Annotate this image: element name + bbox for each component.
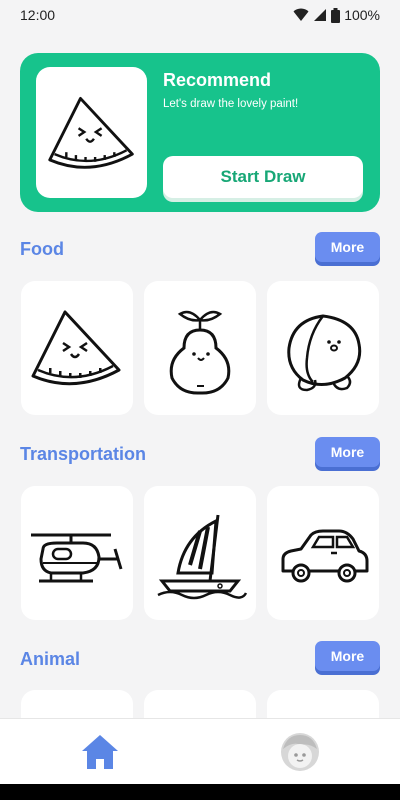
animal-more-button[interactable]: More	[315, 641, 380, 671]
transportation-more-button[interactable]: More	[315, 437, 380, 467]
section-title-animal: Animal	[20, 649, 81, 669]
watermelon-icon	[47, 96, 134, 169]
recommend-title: Recommend	[163, 70, 272, 90]
recommend-card: Recommend Let's draw the lovely paint! S…	[20, 53, 380, 212]
recommend-thumbnail[interactable]	[36, 67, 147, 198]
recommend-subtitle: Let's draw the lovely paint!	[163, 98, 299, 110]
section-title-food: Food	[20, 239, 64, 259]
cell-signal-icon	[314, 9, 327, 21]
food-more-button[interactable]: More	[315, 232, 380, 262]
nav-profile[interactable]	[200, 719, 400, 784]
status-bar: 12:00 100%	[0, 0, 400, 30]
start-draw-button[interactable]: Start Draw	[163, 156, 363, 198]
battery-icon	[331, 7, 341, 23]
profile-face-icon	[281, 732, 319, 771]
transportation-card-helicopter[interactable]	[21, 486, 133, 620]
watermelon-icon	[31, 310, 121, 386]
home-icon	[82, 734, 118, 769]
wifi-icon	[293, 8, 309, 21]
battery-percent: 100%	[344, 7, 380, 23]
car-icon	[281, 529, 369, 583]
nav-home[interactable]	[0, 719, 200, 784]
status-time: 12:00	[20, 7, 56, 23]
transportation-card-car[interactable]	[267, 486, 379, 620]
helicopter-icon	[31, 533, 123, 583]
sailboat-icon	[157, 514, 248, 600]
system-gesture-bar	[0, 784, 400, 800]
section-title-transportation: Transportation	[20, 444, 147, 464]
food-card-watermelon[interactable]	[21, 281, 133, 415]
transportation-card-sailboat[interactable]	[144, 486, 256, 620]
pear-icon	[169, 310, 231, 395]
peach-icon	[287, 314, 362, 392]
food-card-peach[interactable]	[267, 281, 379, 415]
bottom-nav	[0, 718, 400, 784]
status-icons: 100%	[293, 7, 380, 23]
food-card-pear[interactable]	[144, 281, 256, 415]
